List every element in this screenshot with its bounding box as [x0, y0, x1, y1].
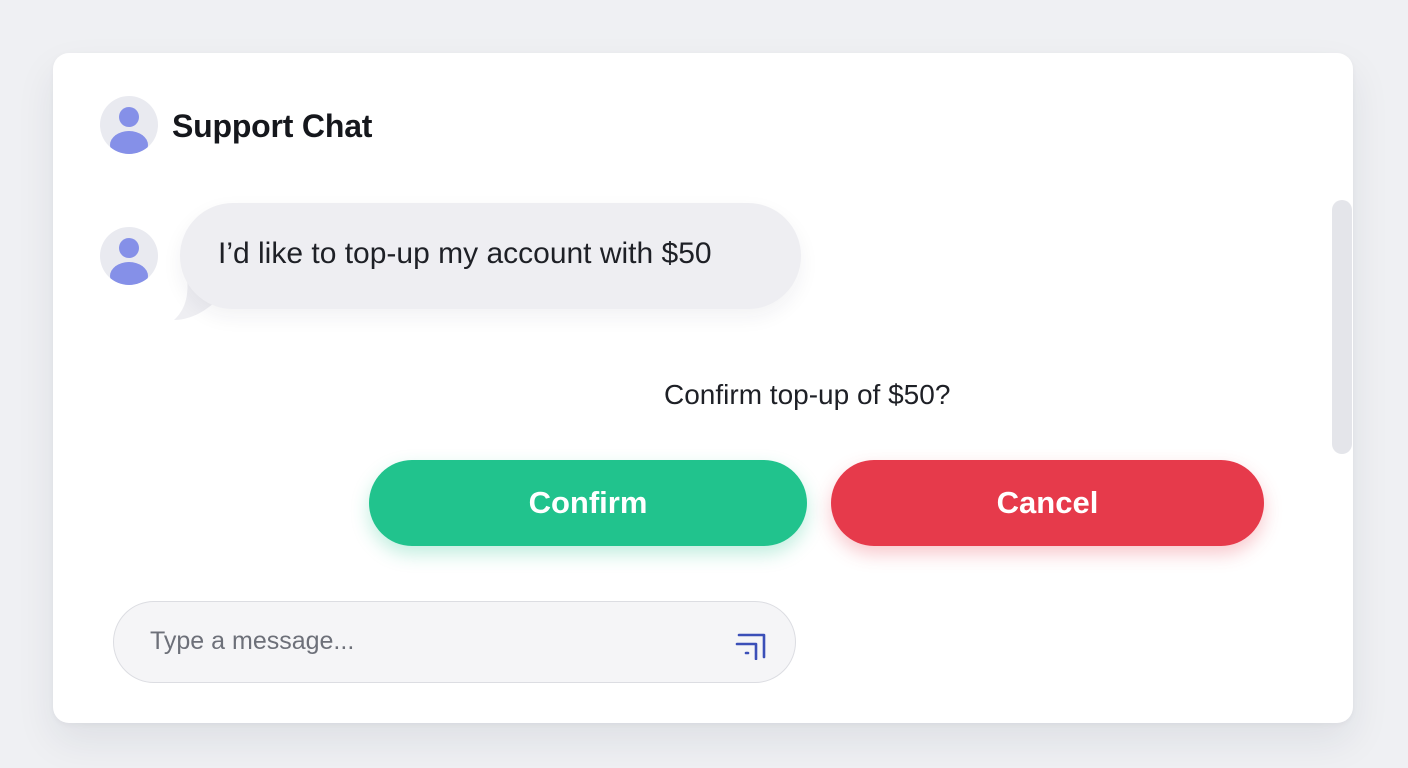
user-icon — [110, 107, 148, 154]
cancel-button[interactable]: Cancel — [831, 460, 1264, 546]
confirmation-prompt: Confirm top-up of $50? — [664, 379, 951, 410]
chat-window: Support Chat I’d like to top-up my accou… — [53, 53, 1353, 723]
message-bubble: I’d like to top-up my account with $50 — [180, 203, 801, 309]
message-composer — [113, 601, 796, 683]
message-input[interactable] — [150, 602, 710, 681]
confirm-button[interactable]: Confirm — [369, 460, 807, 546]
send-icon[interactable] — [734, 626, 770, 660]
message-text: I’d like to top-up my account with $50 — [218, 237, 712, 270]
header-avatar — [100, 96, 158, 154]
message-sender-avatar — [100, 227, 158, 285]
chat-title: Support Chat — [172, 108, 373, 144]
user-icon — [110, 238, 148, 285]
scrollbar-thumb[interactable] — [1332, 200, 1352, 454]
